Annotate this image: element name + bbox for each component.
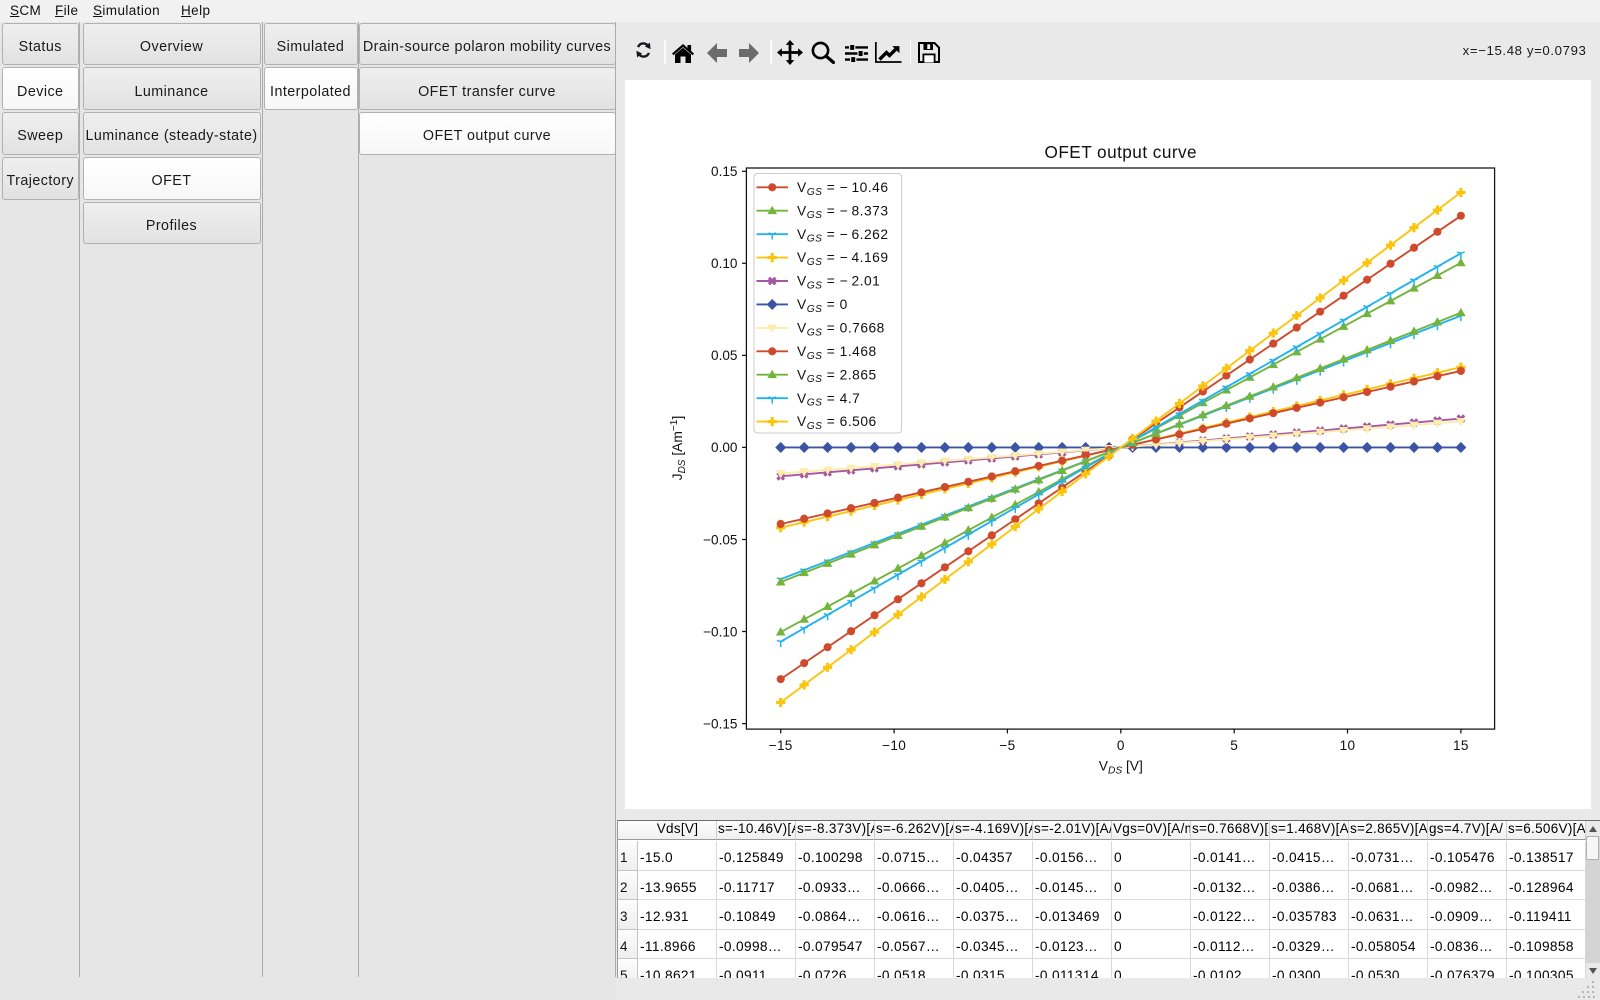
svg-text:−0.05: −0.05 <box>703 532 737 547</box>
svg-text:OFET output curve: OFET output curve <box>1045 142 1198 162</box>
svg-text:0.10: 0.10 <box>711 256 738 271</box>
svg-text:−0.15: −0.15 <box>703 716 737 731</box>
svg-text:VDS [V]: VDS [V] <box>1099 759 1143 777</box>
svg-text:−10: −10 <box>882 738 906 753</box>
svg-text:0.05: 0.05 <box>711 348 737 363</box>
svg-text:JDS [Am−1]: JDS [Am−1] <box>669 416 688 481</box>
svg-text:10: 10 <box>1340 738 1356 753</box>
svg-text:0.00: 0.00 <box>711 440 738 455</box>
svg-text:0.15: 0.15 <box>711 164 737 179</box>
svg-text:0: 0 <box>1117 738 1125 753</box>
svg-text:−5: −5 <box>999 738 1015 753</box>
svg-text:5: 5 <box>1230 738 1238 753</box>
svg-text:−0.10: −0.10 <box>703 624 738 639</box>
svg-text:−15: −15 <box>769 738 793 753</box>
svg-text:15: 15 <box>1453 738 1469 753</box>
